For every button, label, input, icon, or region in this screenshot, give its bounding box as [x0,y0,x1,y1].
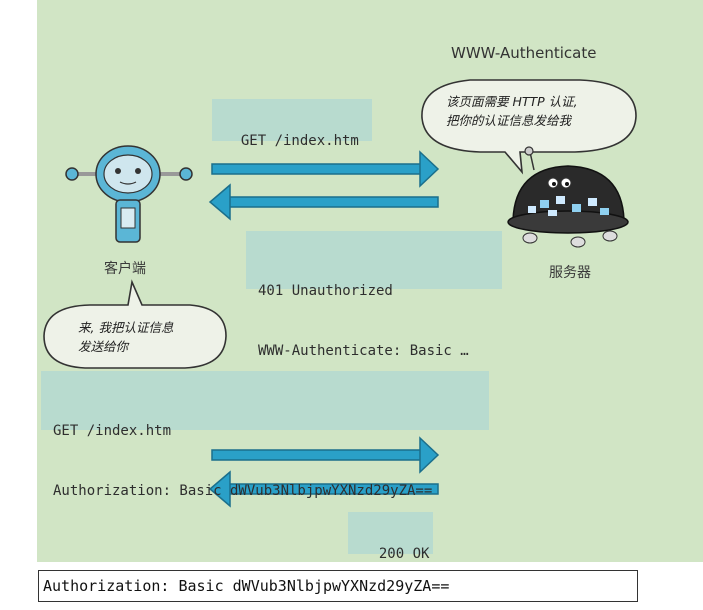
request-1-box: GET /index.htm [212,99,372,149]
response-2-box: 200 OK [348,512,433,562]
client-bubble-line-1: 来, 我把认证信息 [78,320,174,335]
authorization-header-caption: Authorization: Basic dWVub3NlbjpwYXNzd29… [38,570,638,602]
arrow-request-1 [211,150,440,188]
request-2-line-1: GET /index.htm [53,423,172,439]
www-authenticate-label: WWW-Authenticate [451,44,597,62]
server-robot-icon [507,146,629,248]
request-1-text: GET /index.htm [240,133,359,149]
server-bubble-line-2: 把你的认证信息发给我 [446,113,572,128]
client-bubble-text: 来, 我把认证信息 发送给你 [78,318,173,356]
request-2-line-2: Authorization: Basic dWVub3NlbjpwYXNzd29… [53,483,433,499]
server-bubble-line-1: 该页面需要 HTTP 认证, [446,94,578,109]
client-bubble-line-2: 发送给你 [78,339,129,354]
server-bubble-text: 该页面需要 HTTP 认证, 把你的认证信息发给我 [446,92,578,130]
response-1-line-1: 401 Unauthorized [258,283,393,299]
client-robot-icon [65,145,193,243]
response-1-line-2: WWW-Authenticate: Basic … [258,343,469,359]
response-2-text: 200 OK [378,546,430,562]
request-2-box: GET /index.htm Authorization: Basic dWVu… [41,371,489,499]
server-label: 服务器 [549,265,591,281]
arrow-response-1 [208,183,439,221]
response-1-box: 401 Unauthorized WWW-Authenticate: Basic… [246,231,502,359]
client-label: 客户端 [104,261,146,277]
